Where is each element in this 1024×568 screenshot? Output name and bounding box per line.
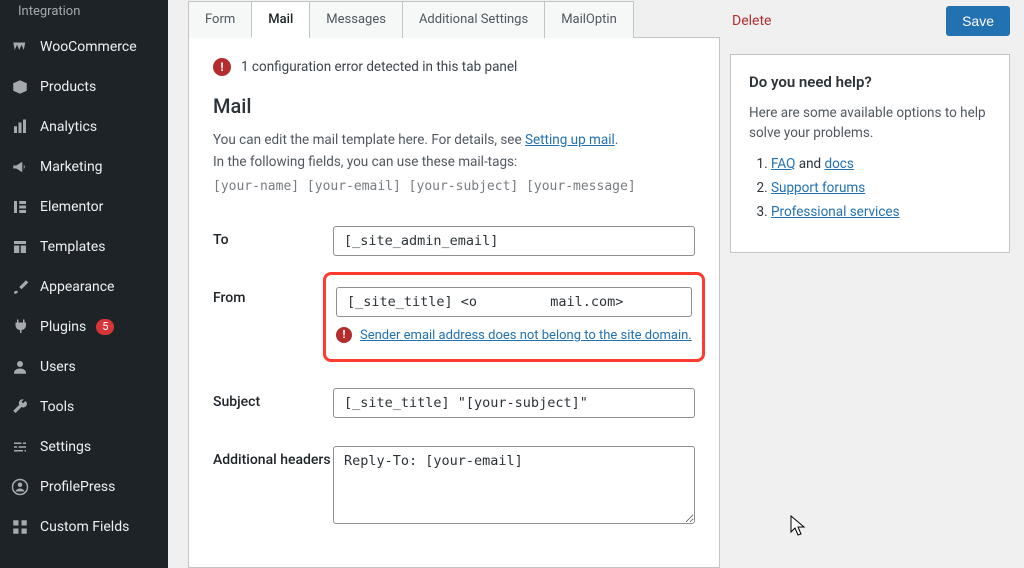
admin-sidebar: Integration WooCommerce Products Analyti… <box>0 0 168 568</box>
tab-additional-settings[interactable]: Additional Settings <box>402 1 545 38</box>
subject-field[interactable] <box>333 388 695 418</box>
to-field[interactable] <box>333 226 695 256</box>
delete-link[interactable]: Delete <box>732 13 771 29</box>
sidebar-item-label: WooCommerce <box>40 39 137 55</box>
sidebar-item-label: Marketing <box>40 159 103 175</box>
help-intro: Here are some available options to help … <box>749 103 991 144</box>
sidebar-integration-label: Integration <box>0 0 168 27</box>
sidebar-item-woocommerce[interactable]: WooCommerce <box>0 27 168 67</box>
faq-link[interactable]: FAQ <box>771 156 795 172</box>
brush-icon <box>10 277 30 297</box>
to-label: To <box>213 226 333 256</box>
from-field[interactable] <box>336 287 692 317</box>
sidebar-item-plugins[interactable]: Plugins 5 <box>0 307 168 347</box>
mail-intro: You can edit the mail template here. For… <box>213 130 695 198</box>
sidebar-item-appearance[interactable]: Appearance <box>0 267 168 307</box>
subject-label: Subject <box>213 388 333 418</box>
help-box: Do you need help? Here are some availabl… <box>730 54 1010 253</box>
sidebar-item-users[interactable]: Users <box>0 347 168 387</box>
mail-heading: Mail <box>213 94 695 118</box>
sidebar-item-custom-fields[interactable]: Custom Fields <box>0 507 168 547</box>
tab-messages[interactable]: Messages <box>309 1 403 38</box>
sidebar-item-label: Elementor <box>40 199 103 215</box>
config-error-banner: ! 1 configuration error detected in this… <box>213 58 695 76</box>
tab-form[interactable]: Form <box>188 1 252 38</box>
sidebar-item-label: Plugins <box>40 319 86 335</box>
elementor-icon <box>10 197 30 217</box>
from-error-link[interactable]: Sender email address does not belong to … <box>360 327 692 345</box>
sidebar-item-label: ProfilePress <box>40 479 115 495</box>
sidebar-item-templates[interactable]: Templates <box>0 227 168 267</box>
sidebar-item-label: Products <box>40 79 96 95</box>
tab-mail[interactable]: Mail <box>251 1 310 38</box>
megaphone-icon <box>10 157 30 177</box>
user-icon <box>10 357 30 377</box>
help-item-faq: FAQ and docs <box>771 156 991 172</box>
box-icon <box>10 77 30 97</box>
error-icon: ! <box>336 327 352 343</box>
woocommerce-icon <box>10 37 30 57</box>
mail-panel: ! 1 configuration error detected in this… <box>188 38 720 568</box>
setting-up-mail-link[interactable]: Setting up mail <box>525 132 615 148</box>
sidebar-item-settings[interactable]: Settings <box>0 427 168 467</box>
from-highlight: ! Sender email address does not belong t… <box>323 272 705 362</box>
sidebar-item-products[interactable]: Products <box>0 67 168 107</box>
additional-headers-field[interactable]: Reply-To: [your-email] <box>333 446 695 524</box>
help-item-pro: Professional services <box>771 204 991 220</box>
sidebar-item-elementor[interactable]: Elementor <box>0 187 168 227</box>
from-label: From <box>213 284 333 348</box>
sidebar-item-label: Custom Fields <box>40 519 129 535</box>
plugins-update-badge: 5 <box>96 319 114 335</box>
help-title: Do you need help? <box>749 73 991 91</box>
sidebar-item-analytics[interactable]: Analytics <box>0 107 168 147</box>
sliders-icon <box>10 437 30 457</box>
sidebar-item-label: Tools <box>40 399 74 415</box>
save-button[interactable]: Save <box>946 6 1010 36</box>
plug-icon <box>10 317 30 337</box>
support-forums-link[interactable]: Support forums <box>771 180 865 196</box>
profile-icon <box>10 477 30 497</box>
sidebar-item-label: Templates <box>40 239 106 255</box>
chart-icon <box>10 117 30 137</box>
sidebar-item-label: Appearance <box>40 279 114 295</box>
form-tabs: Form Mail Messages Additional Settings M… <box>188 0 720 38</box>
templates-icon <box>10 237 30 257</box>
wrench-icon <box>10 397 30 417</box>
error-icon: ! <box>213 58 231 76</box>
sidebar-item-tools[interactable]: Tools <box>0 387 168 427</box>
professional-services-link[interactable]: Professional services <box>771 204 900 220</box>
sidebar-item-label: Analytics <box>40 119 97 135</box>
sidebar-item-marketing[interactable]: Marketing <box>0 147 168 187</box>
mail-tags: [your-name] [your-email] [your-subject] … <box>213 177 695 198</box>
tab-mailoptin[interactable]: MailOptin <box>544 1 634 38</box>
additional-headers-label: Additional headers <box>213 446 333 528</box>
sidebar-item-profilepress[interactable]: ProfilePress <box>0 467 168 507</box>
from-error-alert: ! Sender email address does not belong t… <box>336 327 692 345</box>
grid-icon <box>10 517 30 537</box>
sidebar-item-label: Users <box>40 359 76 375</box>
docs-link[interactable]: docs <box>824 156 853 172</box>
help-item-support: Support forums <box>771 180 991 196</box>
config-error-text: 1 configuration error detected in this t… <box>241 59 517 75</box>
sidebar-item-label: Settings <box>40 439 91 455</box>
